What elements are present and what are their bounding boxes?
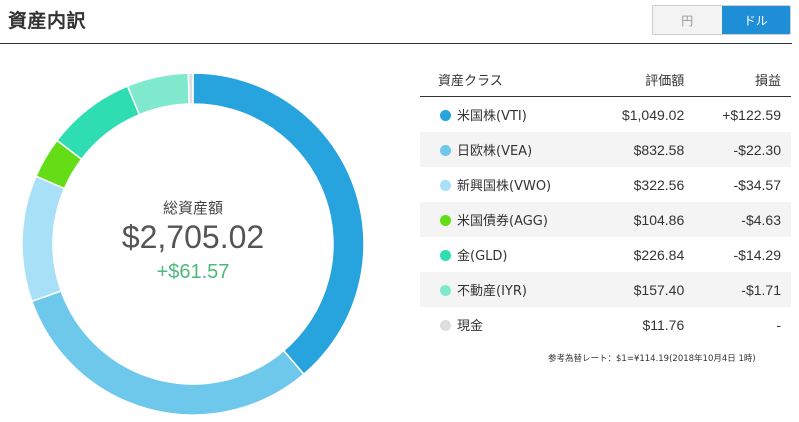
table-row: 金(GLD) $226.84 -$14.29: [420, 237, 791, 272]
asset-value: $11.76: [593, 307, 695, 342]
table-row: 日欧株(VEA) $832.58 -$22.30: [420, 132, 791, 167]
donut-slice: [30, 289, 305, 415]
total-assets-value: $2,705.02: [121, 219, 265, 255]
donut-slice: [55, 85, 141, 161]
title-divider: [0, 43, 792, 44]
allocation-donut-chart: 総資産額 $2,705.02 +$61.57: [22, 73, 364, 415]
asset-value: $1,049.02: [593, 96, 695, 132]
asset-pl: -: [694, 307, 791, 342]
asset-pl: -$14.29: [694, 237, 791, 272]
asset-name: 米国債券(AGG): [457, 214, 548, 229]
asset-name-cell: 不動産(IYR): [420, 272, 594, 307]
legend-dot-icon: [440, 285, 451, 296]
asset-name: 不動産(IYR): [457, 284, 527, 299]
table-row: 現金 $11.76-: [420, 307, 791, 342]
table-row: 不動産(IYR) $157.40 -$1.71: [420, 272, 791, 307]
header-value: 評価額: [593, 62, 695, 97]
asset-value: $104.86: [593, 202, 695, 237]
asset-name-cell: 現金: [420, 307, 594, 342]
asset-value: $322.56: [593, 167, 695, 202]
legend-dot-icon: [440, 250, 451, 261]
exchange-rate-note: 参考為替レート：$1=¥114.19(2018年10月4日 1時): [548, 354, 756, 364]
currency-toggle[interactable]: 円 ドル: [652, 5, 791, 35]
header-asset-class: 資産クラス: [420, 62, 594, 97]
table-row: 米国株(VTI) $1,049.02 +$122.59: [420, 96, 791, 132]
table-row: 新興国株(VWO) $322.56 -$34.57: [420, 167, 791, 202]
asset-pl: -$22.30: [694, 132, 791, 167]
asset-name-cell: 米国債券(AGG): [420, 202, 594, 237]
asset-name: 新興国株(VWO): [457, 179, 552, 194]
legend-dot-icon: [440, 145, 451, 156]
table-row: 米国債券(AGG) $104.86 -$4.63: [420, 202, 791, 237]
donut-slice: [187, 73, 194, 105]
legend-dot-icon: [440, 320, 451, 331]
total-assets-label: 総資産額: [162, 199, 223, 217]
total-gain-value: +$61.57: [156, 261, 230, 283]
usd-toggle-button[interactable]: ドル: [721, 6, 790, 34]
asset-pl: -$1.71: [694, 272, 791, 307]
legend-dot-icon: [440, 180, 451, 191]
asset-name-cell: 新興国株(VWO): [420, 167, 594, 202]
table-header-row: 資産クラス 評価額 損益: [420, 62, 791, 97]
header-pl: 損益: [694, 62, 791, 97]
asset-pl: -$4.63: [694, 202, 791, 237]
asset-value: $832.58: [593, 132, 695, 167]
asset-name: 現金: [457, 319, 484, 334]
asset-name-cell: 日欧株(VEA): [420, 132, 594, 167]
holdings-table: 資産クラス 評価額 損益 米国株(VTI) $1,049.02 +$122.59 日欧…: [420, 62, 791, 342]
legend-dot-icon: [440, 215, 451, 226]
asset-name: 日欧株(VEA): [457, 144, 533, 159]
asset-name: 米国株(VTI): [457, 109, 527, 124]
asset-pl: +$122.59: [694, 96, 791, 132]
asset-pl: -$34.57: [694, 167, 791, 202]
asset-value: $157.40: [593, 272, 695, 307]
asset-name: 金(GLD): [457, 249, 508, 264]
asset-value: $226.84: [593, 237, 695, 272]
asset-name-cell: 金(GLD): [420, 237, 594, 272]
donut-slice: [126, 73, 190, 116]
page-title: 資産内訳: [8, 10, 87, 32]
legend-dot-icon: [440, 110, 451, 121]
asset-name-cell: 米国株(VTI): [420, 96, 594, 132]
yen-toggle-button[interactable]: 円: [653, 6, 722, 34]
